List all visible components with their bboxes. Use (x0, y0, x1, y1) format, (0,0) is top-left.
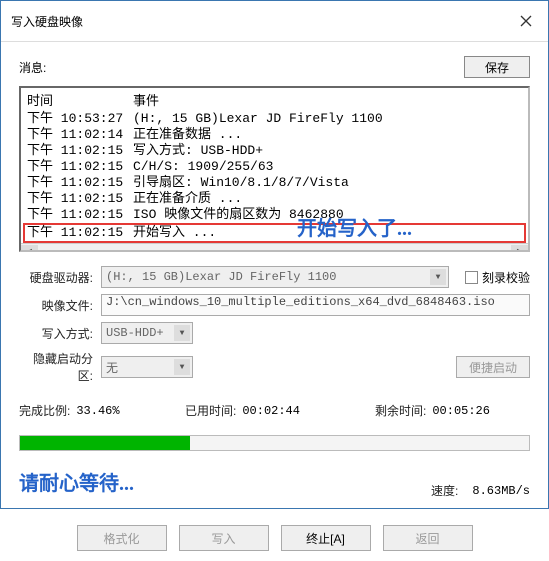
log-row[interactable]: 下午 11:02:14正在准备数据 ... (27, 127, 522, 143)
elapsed-value: 00:02:44 (242, 404, 300, 418)
chevron-down-icon: ▼ (174, 359, 190, 375)
window-title: 写入硬盘映像 (11, 13, 83, 30)
drive-row: 硬盘驱动器: (H:, 15 GB)Lexar JD FireFly 1100 … (19, 266, 530, 288)
content-area: 消息: 保存 时间 事件 下午 10:53:27(H:, 15 GB)Lexar… (1, 42, 548, 561)
horizontal-scrollbar[interactable]: ◄ ► (21, 243, 528, 252)
chevron-down-icon: ▼ (430, 269, 446, 285)
verify-checkbox[interactable] (465, 271, 478, 284)
dialog-window: 写入硬盘映像 消息: 保存 时间 事件 下午 10:53:27(H:, 15 G… (0, 0, 549, 509)
image-row: 映像文件: J:\cn_windows_10_multiple_editions… (19, 294, 530, 316)
close-icon (520, 15, 532, 27)
drive-value: (H:, 15 GB)Lexar JD FireFly 1100 (106, 270, 336, 284)
log-rows: 下午 10:53:27(H:, 15 GB)Lexar JD FireFly 1… (21, 111, 528, 243)
log-row[interactable]: 下午 11:02:15C/H/S: 1909/255/63 (27, 159, 522, 175)
verify-label: 刻录校验 (482, 269, 530, 286)
titlebar: 写入硬盘映像 (1, 1, 548, 42)
verify-checkbox-wrap[interactable]: 刻录校验 (465, 269, 530, 286)
percent-value: 33.46% (76, 404, 119, 418)
speed-value: 8.63MB/s (472, 484, 530, 498)
progress-bar (19, 435, 530, 451)
scroll-left-icon[interactable]: ◄ (21, 245, 38, 253)
hidden-value: 无 (106, 359, 118, 376)
stats-row: 完成比例: 33.46% 已用时间: 00:02:44 剩余时间: 00:05:… (19, 402, 530, 419)
log-listbox[interactable]: 时间 事件 下午 10:53:27(H:, 15 GB)Lexar JD Fir… (19, 86, 530, 252)
message-header-row: 消息: 保存 (19, 56, 530, 78)
speed-label: 速度: (431, 482, 458, 499)
write-mode-dropdown[interactable]: USB-HDD+ ▼ (101, 322, 193, 344)
hidden-row: 隐藏启动分区: 无 ▼ 便捷启动 (19, 350, 530, 384)
writemode-row: 写入方式: USB-HDD+ ▼ (19, 322, 530, 344)
image-file-field[interactable]: J:\cn_windows_10_multiple_editions_x64_d… (101, 294, 530, 316)
messages-label: 消息: (19, 59, 46, 76)
speed-row: 速度: 8.63MB/s (19, 482, 530, 499)
percent-label: 完成比例: (19, 402, 70, 419)
form-area: 硬盘驱动器: (H:, 15 GB)Lexar JD FireFly 1100 … (19, 266, 530, 384)
log-row[interactable]: 下午 10:53:27(H:, 15 GB)Lexar JD FireFly 1… (27, 111, 522, 127)
back-button[interactable]: 返回 (383, 525, 473, 551)
log-header: 时间 事件 (21, 88, 528, 111)
button-row: 格式化 写入 终止[A] 返回 (19, 525, 530, 551)
elapsed-label: 已用时间: (185, 402, 236, 419)
remain-value: 00:05:26 (432, 404, 490, 418)
log-row[interactable]: 下午 11:02:15开始写入 ... (23, 223, 526, 243)
portable-boot-button[interactable]: 便捷启动 (456, 356, 530, 378)
drive-label: 硬盘驱动器: (19, 269, 93, 286)
log-row[interactable]: 下午 11:02:15正在准备介质 ... (27, 191, 522, 207)
close-button[interactable] (504, 7, 548, 35)
log-row[interactable]: 下午 11:02:15引导扇区: Win10/8.1/8/7/Vista (27, 175, 522, 191)
image-label: 映像文件: (19, 297, 93, 314)
remain-label: 剩余时间: (375, 402, 426, 419)
log-row[interactable]: 下午 11:02:15ISO 映像文件的扇区数为 8462880 (27, 207, 522, 223)
chevron-down-icon: ▼ (174, 325, 190, 341)
col-header-time: 时间 (27, 90, 133, 109)
write-mode-value: USB-HDD+ (106, 326, 164, 340)
col-header-event: 事件 (133, 90, 522, 109)
hidden-partition-dropdown[interactable]: 无 ▼ (101, 356, 193, 378)
write-mode-label: 写入方式: (19, 325, 93, 342)
format-button[interactable]: 格式化 (77, 525, 167, 551)
progress-fill (20, 436, 190, 450)
save-button[interactable]: 保存 (464, 56, 530, 78)
drive-dropdown[interactable]: (H:, 15 GB)Lexar JD FireFly 1100 ▼ (101, 266, 449, 288)
scroll-right-icon[interactable]: ► (511, 245, 528, 253)
abort-button[interactable]: 终止[A] (281, 525, 371, 551)
write-button[interactable]: 写入 (179, 525, 269, 551)
hidden-partition-label: 隐藏启动分区: (19, 350, 93, 384)
log-row[interactable]: 下午 11:02:15写入方式: USB-HDD+ (27, 143, 522, 159)
annotation-start-writing: 开始写入了... (297, 212, 412, 241)
